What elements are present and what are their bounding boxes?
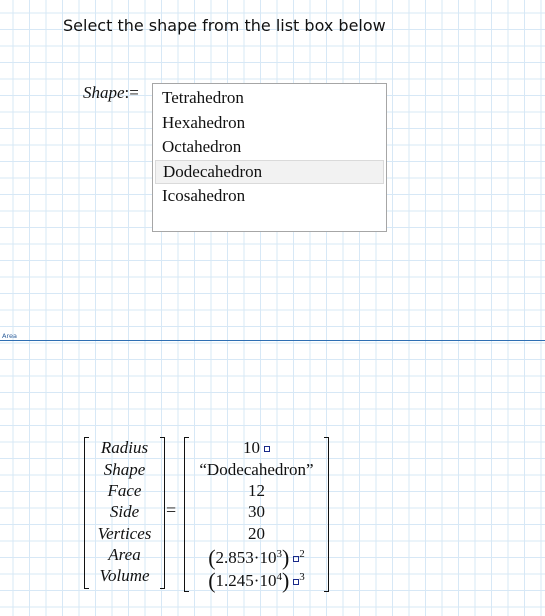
shape-variable-label: Shape:= xyxy=(83,83,139,103)
open-paren: ( xyxy=(208,568,216,593)
list-item-dodecahedron[interactable]: Dodecahedron xyxy=(155,159,384,184)
name-side: Side xyxy=(109,502,140,521)
name-area: Area xyxy=(108,545,141,564)
area-mantissa: 2.853 xyxy=(215,548,254,567)
unit-placeholder-icon[interactable] xyxy=(264,446,270,452)
list-item-tetrahedron[interactable]: Tetrahedron xyxy=(155,86,384,111)
area-region-divider[interactable] xyxy=(0,340,545,341)
area-region-label: Area xyxy=(2,332,17,340)
area-ten: 10 xyxy=(259,548,277,567)
shape-variable-name: Shape xyxy=(83,83,125,102)
value-radius: 10 xyxy=(184,437,329,458)
shape-listbox[interactable]: Tetrahedron Hexahedron Octahedron Dodeca… xyxy=(152,83,387,232)
instruction-text: Select the shape from the list box below xyxy=(63,16,386,35)
value-vertices: 20 xyxy=(248,523,265,543)
name-shape: Shape xyxy=(103,459,146,479)
area-unit-power: 2 xyxy=(299,548,305,560)
value-shape: “Dodecahedron” xyxy=(199,459,314,479)
list-item-icosahedron[interactable]: Icosahedron xyxy=(155,184,384,209)
value-volume: (1.245·104) 3 xyxy=(184,567,329,593)
volume-mantissa: 1.245 xyxy=(215,571,254,590)
name-volume: Volume xyxy=(99,566,150,585)
name-face: Face xyxy=(107,481,142,500)
close-paren: ) xyxy=(281,568,290,593)
assign-operator: := xyxy=(124,83,139,102)
result-names-matrix: Radius Shape Face Side Vertices Area Vol… xyxy=(84,437,165,589)
name-radius: Radius xyxy=(100,438,149,457)
value-area: (2.853·103) 2 xyxy=(184,544,329,569)
value-face: 12 xyxy=(248,481,265,500)
list-item-octahedron[interactable]: Octahedron xyxy=(155,135,384,160)
name-vertices: Vertices xyxy=(97,523,152,543)
radius-number: 10 xyxy=(243,438,260,457)
equals-operator: = xyxy=(166,500,177,520)
value-side: 30 xyxy=(248,502,265,521)
volume-ten: 10 xyxy=(259,571,277,590)
list-item-hexahedron[interactable]: Hexahedron xyxy=(155,111,384,136)
volume-unit-power: 3 xyxy=(299,571,305,583)
result-values-matrix[interactable]: 10 “Dodecahedron” 12 30 20 (2.853·103) 2 … xyxy=(184,437,329,592)
